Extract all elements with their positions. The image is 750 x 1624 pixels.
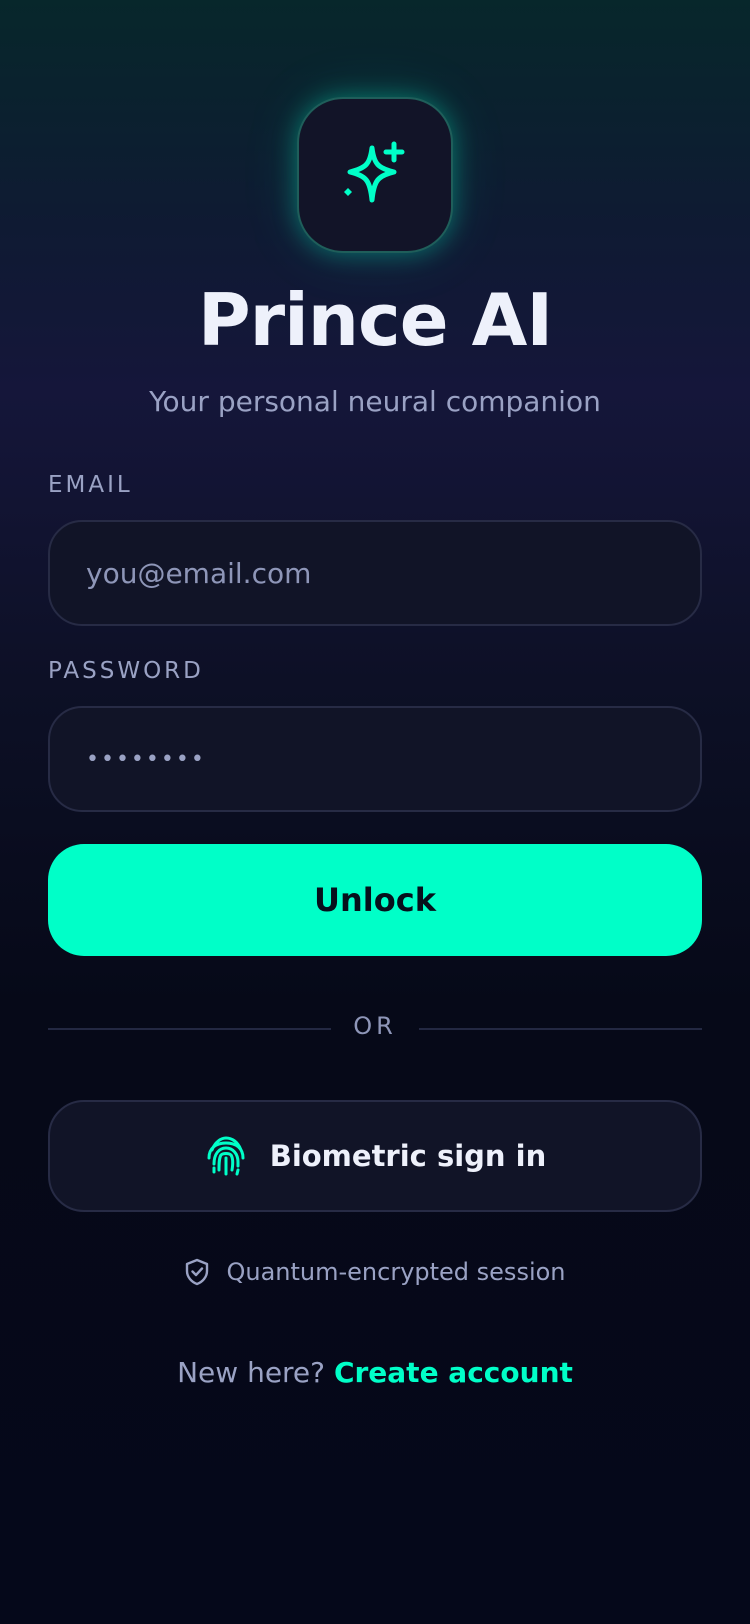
signup-prompt-row: New here? Create account — [0, 1356, 750, 1389]
sparkles-icon — [344, 141, 405, 203]
app-logo — [297, 97, 453, 253]
unlock-button[interactable]: Unlock — [48, 844, 702, 956]
divider-or-text: OR — [353, 1012, 397, 1040]
shield-check-icon — [186, 1258, 209, 1286]
security-notice: Quantum-encrypted session — [0, 1258, 750, 1286]
email-label: EMAIL — [48, 472, 133, 498]
create-account-link[interactable]: Create account — [334, 1356, 573, 1389]
password-label: PASSWORD — [48, 658, 204, 684]
app-title: Prince AI — [197, 278, 553, 362]
signup-prompt: New here? — [177, 1356, 326, 1389]
app-subtitle: Your personal neural companion — [149, 385, 601, 418]
biometric-sign-in-button[interactable]: Biometric sign in — [48, 1100, 702, 1212]
fingerprint-icon — [207, 1136, 245, 1176]
security-text: Quantum-encrypted session — [226, 1258, 566, 1286]
password-field[interactable] — [84, 745, 666, 773]
password-field-container — [48, 706, 702, 812]
email-field-container — [48, 520, 702, 626]
email-field[interactable] — [84, 555, 666, 591]
biometric-label: Biometric sign in — [269, 1139, 547, 1173]
divider-line-right — [419, 1028, 702, 1030]
